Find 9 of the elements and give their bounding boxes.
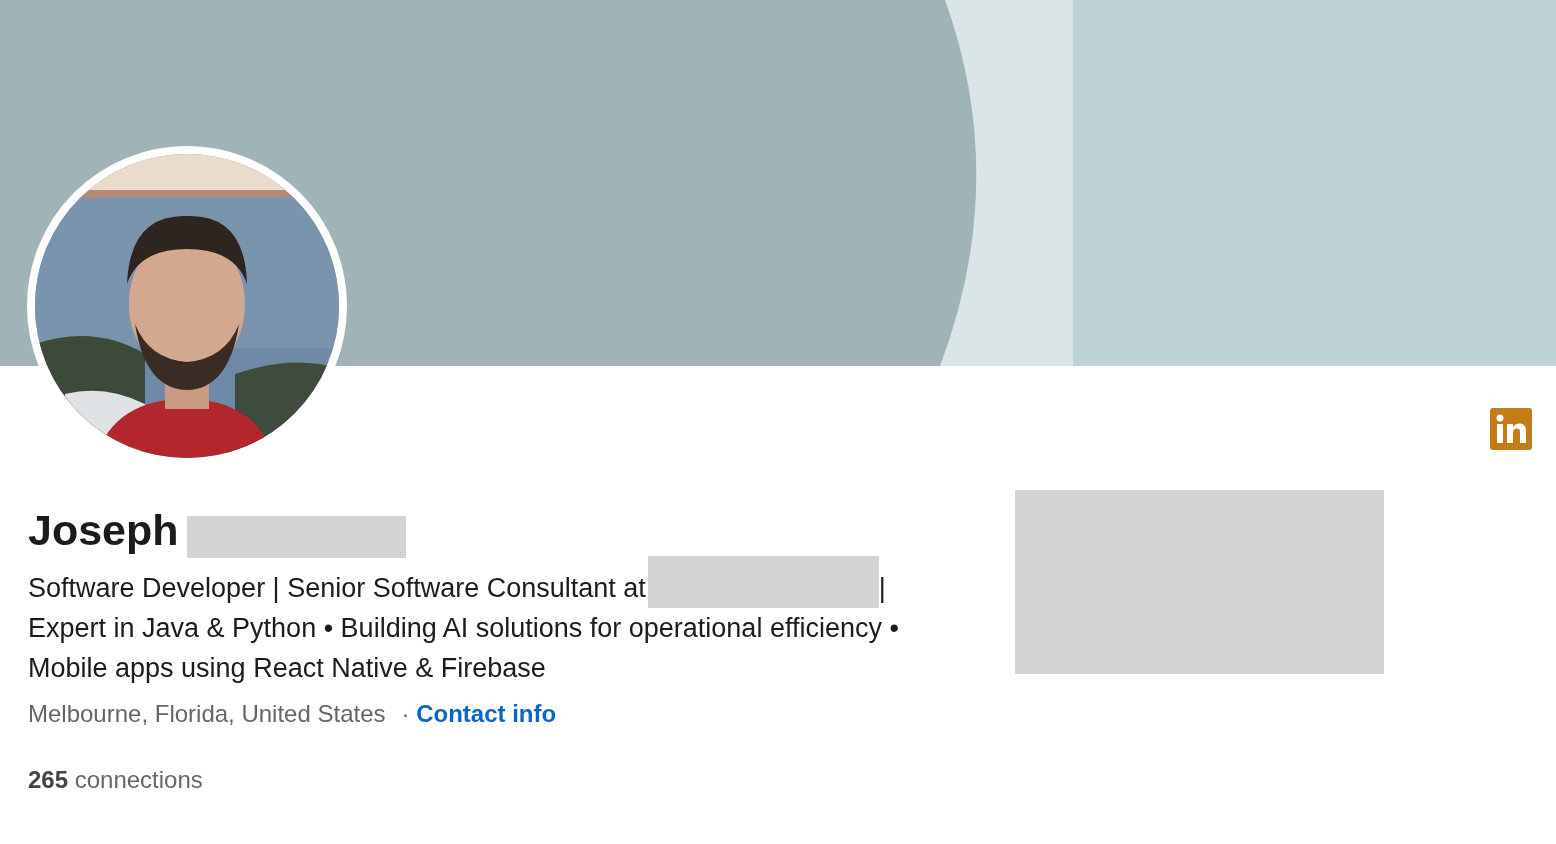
profile-name: Joseph (28, 505, 179, 556)
headline-text: Software Developer | Senior Software Consultant at (28, 572, 646, 605)
headline-text: | (878, 572, 886, 605)
linkedin-logo-icon[interactable] (1490, 408, 1532, 450)
headline-text: Expert in Java & Python • Building AI solutions for operational efficiency • Mobile apps using React Native & Firebase (28, 612, 900, 685)
separator-dot: · (401, 700, 410, 727)
location-text: Melbourne, Florida, United States (28, 699, 386, 729)
connections-count: 265 connections (28, 765, 204, 795)
contact-info-link[interactable]: Contact info (416, 700, 557, 727)
